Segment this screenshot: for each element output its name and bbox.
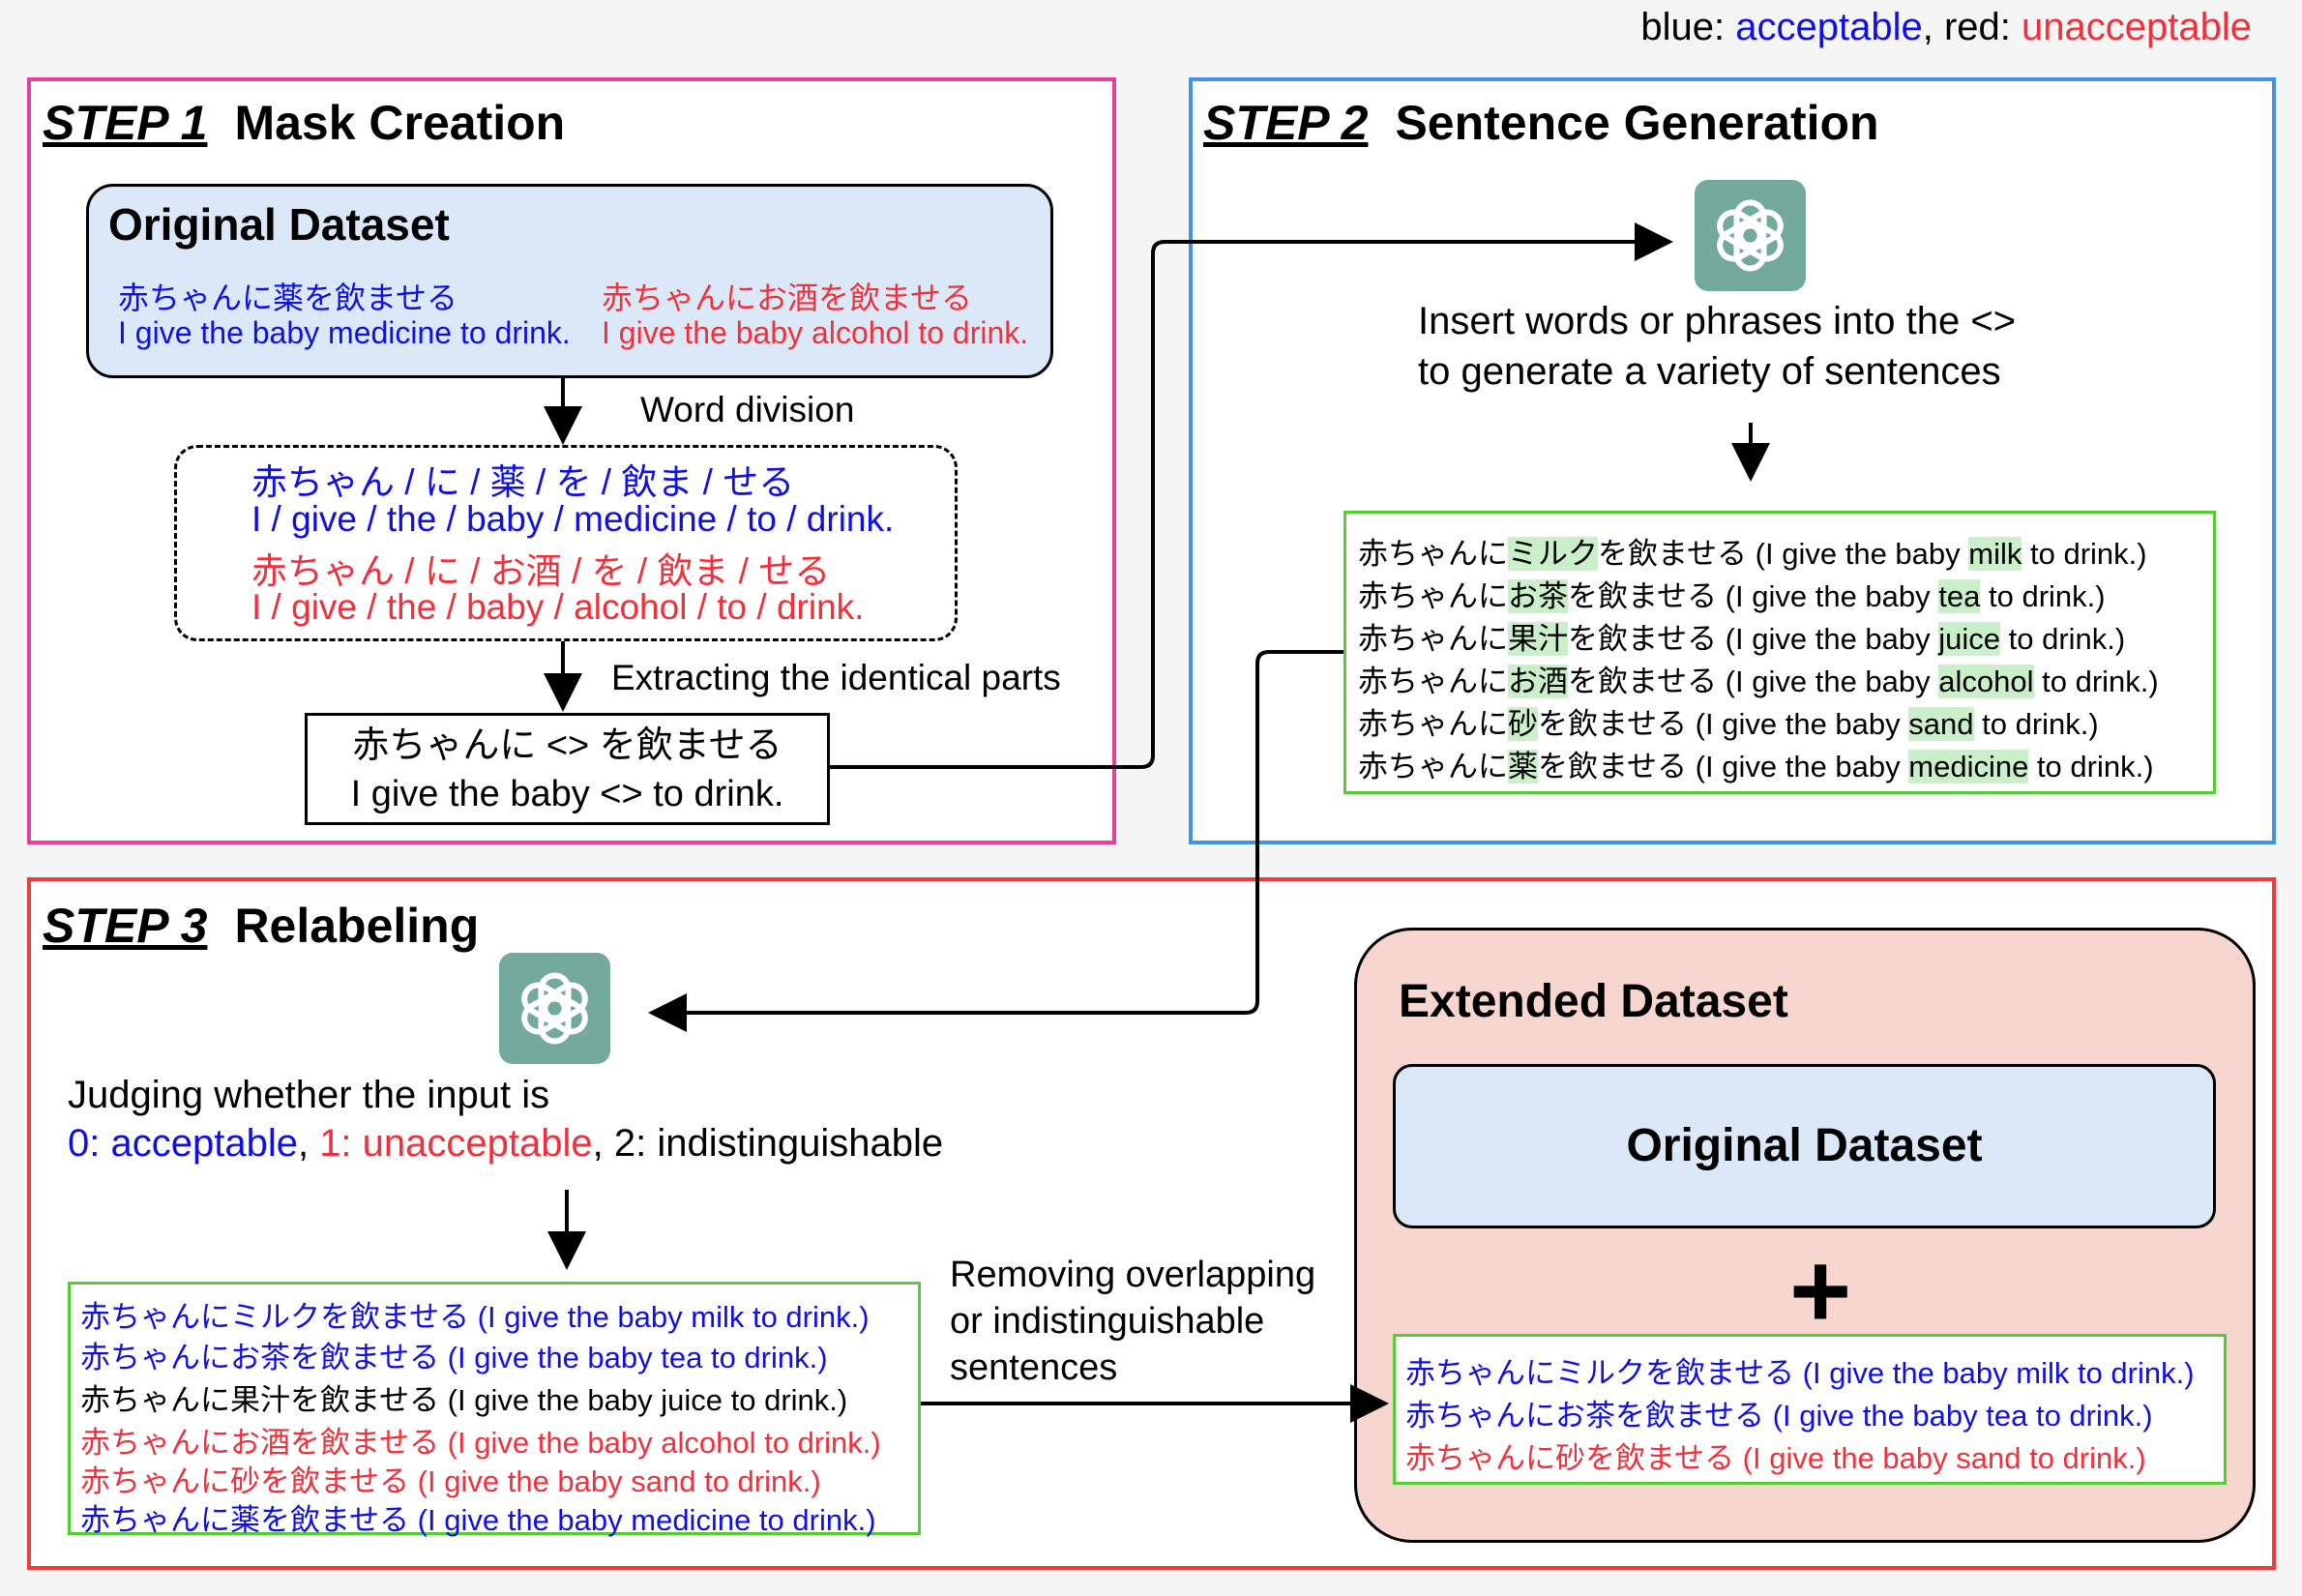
flow-arrows (544, 222, 1770, 1423)
arrow-mask-to-gpt (830, 222, 1673, 769)
arrow-generated-to-relabel (648, 650, 1343, 1032)
